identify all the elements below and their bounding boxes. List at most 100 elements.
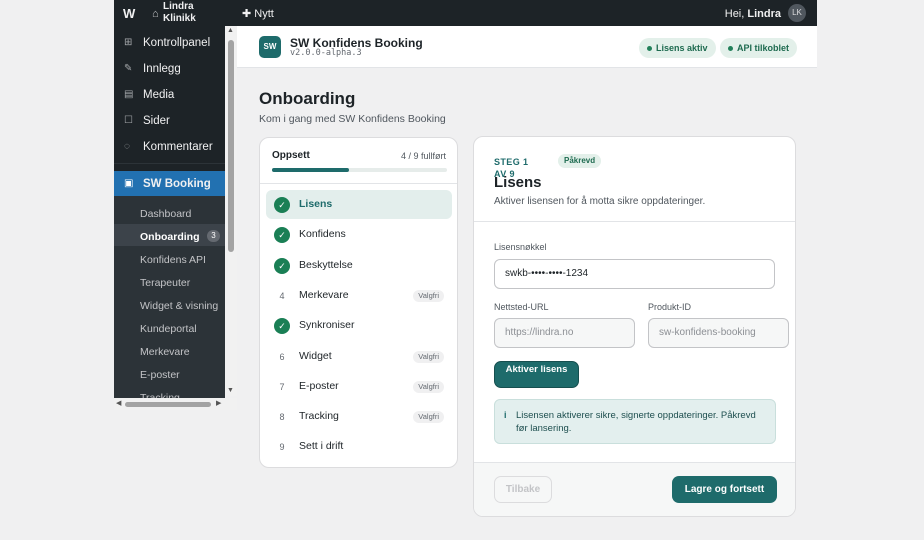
step-number: 9 [279, 442, 285, 453]
sidebar-item-label: Kontrollpanel [143, 37, 211, 49]
setup-step[interactable]: 8 Tracking Valgfri [266, 402, 452, 431]
scroll-right-arrow-icon[interactable]: ▶ [216, 399, 221, 407]
setup-step[interactable]: ✓ Lisens [266, 190, 452, 219]
submenu-item-onboarding[interactable]: Onboarding [140, 231, 200, 243]
submenu-item-merkevare[interactable]: Merkevare [140, 346, 190, 358]
setup-steps-card: Oppsett 4 / 9 fullført ✓ Lisens ✓ Konfidens… [259, 137, 458, 468]
sidebar-item-posts[interactable]: ✎ Innlegg [114, 56, 225, 82]
license-key-input[interactable]: swkb-••••-••••-1234 [494, 259, 775, 289]
user-name: Lindra [747, 8, 781, 20]
sidebar-item-label: Innlegg [143, 63, 181, 75]
media-icon: ▤ [124, 89, 134, 100]
back-button[interactable]: Tilbake [494, 476, 552, 503]
save-and-continue-button[interactable]: Lagre og fortsett [672, 476, 777, 503]
scroll-up-arrow-icon[interactable]: ▲ [227, 27, 234, 34]
scroll-left-arrow-icon[interactable]: ◀ [116, 399, 121, 407]
sidebar-item-media[interactable]: ▤ Media [114, 82, 225, 108]
form-footer: Tilbake Lagre og fortsett [474, 463, 795, 516]
step-label: Beskyttelse [299, 258, 353, 271]
activate-license-button[interactable]: Aktiver lisens [494, 361, 579, 388]
sidebar-item-label: SW Booking [143, 178, 211, 190]
sidebar-vertical-scrollbar[interactable]: ▲ ▼ [225, 26, 237, 396]
setup-step[interactable]: ✓ Synkroniser [266, 311, 452, 340]
submenu-item-konfidens-api[interactable]: Konfidens API [140, 254, 206, 266]
divider [474, 221, 795, 222]
status-label: Lisens aktiv [656, 43, 708, 53]
admin-bar: W ⌂ Lindra Klinikk ✚ Nytt Hei, Lindra LK [114, 0, 817, 26]
submenu-item-e-poster[interactable]: E-poster [140, 369, 180, 381]
scrollbar-thumb[interactable] [228, 40, 234, 252]
divider [260, 183, 457, 184]
greeting-prefix: Hei, [724, 8, 745, 20]
sidebar-item-comments[interactable]: ◌ Kommentarer [114, 134, 225, 160]
step-label: Lisens [299, 198, 333, 210]
status-label: API tilkoblet [737, 43, 790, 53]
page-title: Onboarding [259, 89, 356, 108]
admin-sidebar: ⊞ Kontrollpanel ✎ Innlegg ▤ Media ☐ Sider ◌ K… [114, 26, 225, 410]
page-icon: ☐ [124, 115, 133, 126]
optional-badge: Valgfri [413, 350, 444, 363]
step-label: Widget [299, 349, 332, 362]
page-subtitle: Kom i gang med SW Konfidens Booking [259, 113, 446, 125]
setup-step[interactable]: ✓ Konfidens [266, 220, 452, 249]
pin-icon: ✎ [124, 63, 133, 74]
plus-icon: ✚ [242, 8, 252, 20]
account-menu[interactable]: Hei, Lindra [725, 8, 781, 20]
sidebar-item-pages[interactable]: ☐ Sider [114, 108, 225, 134]
info-notice: i Lisensen aktiverer sikre, signerte opp… [494, 399, 776, 444]
status-badge-api: API tilkoblet [720, 38, 798, 58]
wordpress-logo-icon[interactable]: W [123, 6, 135, 21]
step-title: Lisens [494, 174, 542, 191]
setup-step[interactable]: 4 Merkevare Valgfri [266, 281, 452, 310]
submenu-item-terapeuter[interactable]: Terapeuter [140, 277, 190, 289]
info-icon: i [504, 410, 507, 420]
optional-badge: Valgfri [413, 289, 444, 302]
step-label: Konfidens [299, 228, 346, 241]
step-label: Merkevare [299, 288, 349, 301]
avatar[interactable]: LK [788, 4, 806, 22]
new-content-menu[interactable]: ✚ Nytt [242, 7, 274, 20]
comment-icon: ◌ [124, 141, 130, 152]
dashboard-icon: ⊞ [124, 37, 133, 48]
sidebar-divider [114, 163, 225, 164]
sw-booking-submenu: Dashboard Onboarding 3 Konfidens API Ter… [114, 196, 225, 410]
submenu-item-widget[interactable]: Widget & visning [140, 300, 218, 312]
step-label: Tracking [299, 410, 339, 423]
site-url-input[interactable]: https://lindra.no [494, 318, 635, 348]
sidebar-item-dashboard[interactable]: ⊞ Kontrollpanel [114, 30, 225, 56]
submenu-item-kundeportal[interactable]: Kundeportal [140, 323, 197, 335]
browser-viewport: W ⌂ Lindra Klinikk ✚ Nytt Hei, Lindra LK… [114, 0, 817, 540]
product-id-input[interactable]: sw-konfidens-booking [648, 318, 789, 348]
step-label: E-poster [299, 379, 339, 392]
sidebar-item-label: Sider [143, 115, 170, 127]
optional-badge: Valgfri [413, 411, 444, 424]
site-url-label: Nettsted-URL [494, 302, 549, 312]
step-description: Aktiver lisensen for å motta sikre oppda… [494, 196, 706, 207]
step-label: Sett i drift [299, 440, 344, 453]
status-badge-license: Lisens aktiv [639, 38, 716, 58]
sidebar-item-label: Media [143, 89, 175, 101]
check-icon: ✓ [274, 197, 290, 213]
setup-step[interactable]: 6 Widget Valgfri [266, 342, 452, 371]
setup-step[interactable]: ✓ Beskyttelse [266, 251, 452, 280]
submenu-item-dashboard[interactable]: Dashboard [140, 208, 191, 220]
sidebar-item-sw-booking[interactable]: ▣ SW Booking [114, 171, 225, 197]
site-name-link[interactable]: Lindra Klinikk [163, 0, 223, 25]
home-icon[interactable]: ⌂ [152, 8, 159, 20]
plugin-version: v2.0.0-alpha.3 [290, 48, 362, 58]
plugin-header: SW SW Konfidens Booking v2.0.0-alpha.3 L… [237, 26, 817, 68]
step-number: 4 [279, 290, 285, 301]
license-key-label: Lisensnøkkel [494, 242, 547, 252]
sidebar-horizontal-scrollbar[interactable]: ◀ ▶ [114, 398, 237, 410]
status-dot-icon [647, 46, 652, 51]
status-dot-icon [728, 46, 733, 51]
check-icon: ✓ [274, 227, 290, 244]
scrollbar-thumb[interactable] [125, 402, 211, 407]
setup-step[interactable]: 9 Sett i drift [266, 432, 452, 461]
scroll-down-arrow-icon[interactable]: ▼ [227, 387, 234, 394]
step-number: 8 [279, 412, 285, 423]
setup-step[interactable]: 7 E-poster Valgfri [266, 372, 452, 401]
progress-fill [272, 168, 349, 172]
required-badge: Påkrevd [558, 154, 602, 168]
setup-progress-count: 4 / 9 fullført [400, 151, 446, 161]
